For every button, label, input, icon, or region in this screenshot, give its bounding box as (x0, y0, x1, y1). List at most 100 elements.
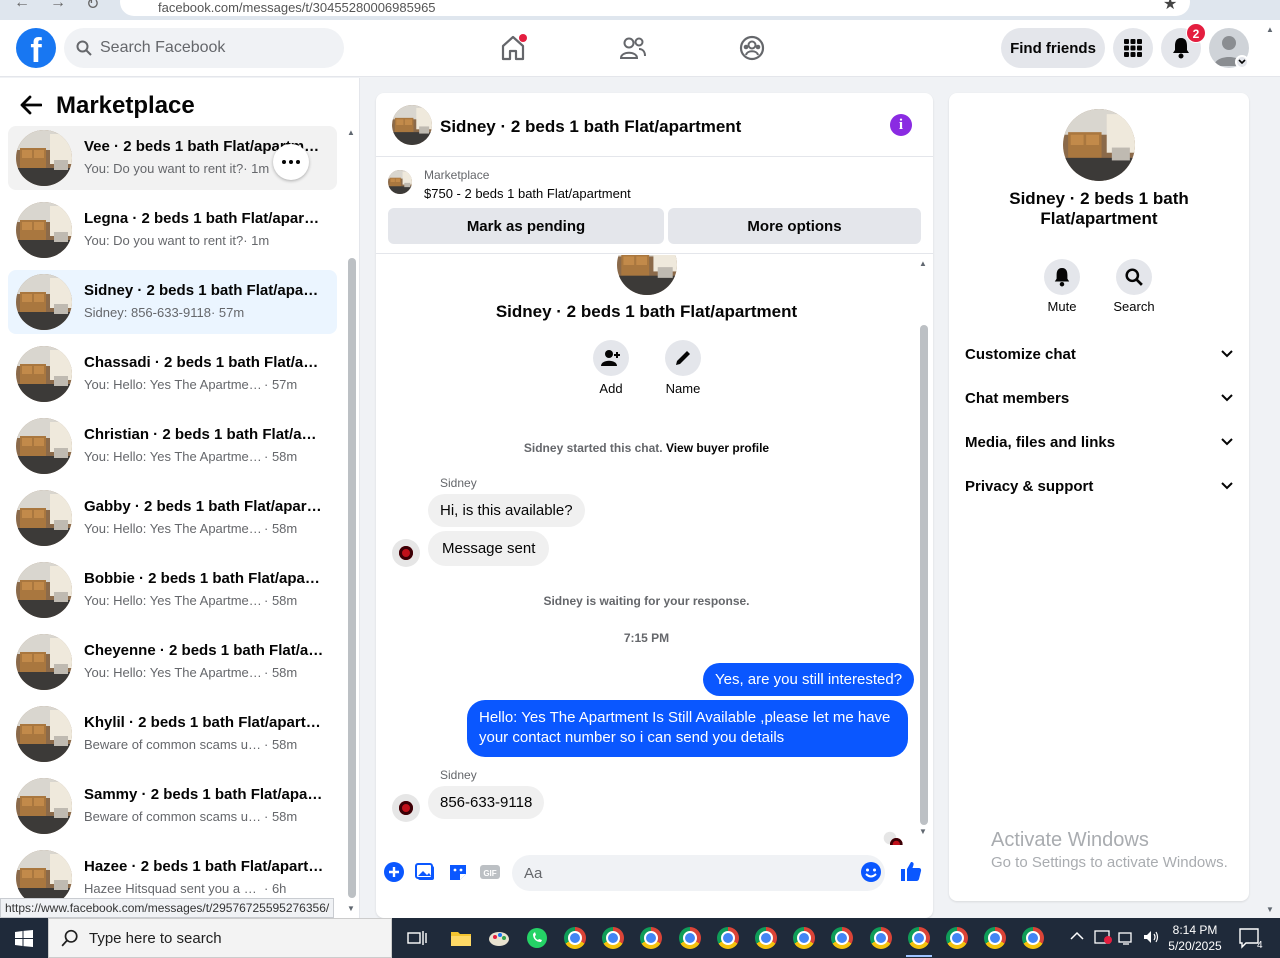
conversation-item[interactable]: Legna · 2 beds 1 bath Flat/apartment You:… (8, 198, 337, 262)
conversation-item[interactable]: Khylil · 2 beds 1 bath Flat/apartment Bew… (8, 702, 337, 766)
conversation-item[interactable]: Sidney · 2 beds 1 bath Flat/apartment Sid… (8, 270, 337, 334)
seen-indicator-avatar (883, 831, 903, 845)
chrome-app-icon[interactable] (823, 922, 861, 954)
photo-icon[interactable] (415, 861, 437, 883)
chrome-app-icon[interactable] (671, 922, 709, 954)
conversation-more-button[interactable] (273, 144, 309, 180)
scroll-up-arrow-icon[interactable]: ▲ (347, 128, 355, 137)
sender-avatar[interactable] (392, 794, 420, 822)
chrome-app-icon[interactable] (747, 922, 785, 954)
back-arrow-icon[interactable]: ← (14, 0, 30, 12)
chrome-app-icon[interactable] (1014, 922, 1052, 954)
chrome-app-icon[interactable] (785, 922, 823, 954)
conversation-thumbnail (16, 274, 72, 330)
menu-button[interactable] (1113, 28, 1153, 68)
sender-avatar[interactable] (392, 539, 420, 567)
task-view-icon[interactable] (398, 922, 436, 954)
whatsapp-icon[interactable] (518, 922, 556, 954)
mark-as-pending-button[interactable]: Mark as pending (388, 208, 664, 244)
mute-button[interactable] (1044, 259, 1080, 295)
reload-icon[interactable]: ↻ (86, 0, 99, 14)
taskbar-search-box[interactable]: Type here to search (48, 918, 392, 958)
mute-label: Mute (1047, 299, 1077, 314)
message-input[interactable] (512, 855, 885, 891)
volume-icon[interactable] (1142, 929, 1160, 948)
search-input[interactable] (100, 28, 330, 68)
edit-name-button[interactable] (665, 340, 701, 376)
chrome-app-icon[interactable] (938, 922, 976, 954)
sticker-icon[interactable] (447, 861, 469, 883)
scroll-down-arrow-icon[interactable]: ▼ (919, 827, 927, 836)
chrome-app-icon[interactable] (976, 922, 1014, 954)
scroll-up-arrow-icon[interactable]: ▲ (919, 259, 927, 268)
address-bar[interactable]: facebook.com/messages/t/3045528000698596… (120, 0, 1190, 16)
back-arrow-icon[interactable] (20, 95, 42, 115)
add-people-button[interactable] (593, 340, 629, 376)
action-center-button[interactable]: 4 (1238, 927, 1264, 952)
gif-icon[interactable]: GIF (479, 861, 501, 883)
conversation-item[interactable]: Sammy · 2 beds 1 bath Flat/apartment Bewa… (8, 774, 337, 838)
conversation-preview: You: Do you want to rent it?· 1m (84, 233, 270, 248)
privacy-support-section[interactable]: Privacy & support (965, 478, 1233, 506)
chevron-down-icon[interactable] (1235, 55, 1249, 69)
sidebar-scrollbar[interactable] (348, 258, 356, 898)
home-icon[interactable] (497, 32, 529, 64)
conversation-item[interactable]: Christian · 2 beds 1 bath Flat/apartment… (8, 414, 337, 478)
chat-title[interactable]: Sidney · 2 beds 1 bath Flat/apartment (440, 117, 741, 137)
show-hidden-icons-chevron-icon[interactable] (1070, 930, 1084, 944)
chat-members-section[interactable]: Chat members (965, 390, 1233, 418)
star-icon[interactable]: ★ (1163, 0, 1177, 14)
windows-start-button[interactable] (0, 918, 48, 958)
page-scroll-up-arrow-icon[interactable]: ▲ (1266, 25, 1274, 34)
thumbs-up-icon[interactable] (899, 859, 923, 883)
file-explorer-icon[interactable] (442, 922, 480, 954)
incoming-message[interactable]: Hi, is this available? (428, 494, 585, 527)
paint-app-icon[interactable] (480, 922, 518, 954)
more-options-button[interactable]: More options (668, 208, 921, 244)
chat-scrollbar[interactable] (920, 325, 928, 825)
message-thread[interactable]: Sidney · 2 beds 1 bath Flat/apartment Ad… (376, 255, 933, 845)
scroll-down-arrow-icon[interactable]: ▼ (347, 904, 355, 913)
listing-price[interactable]: $750 - 2 beds 1 bath Flat/apartment (424, 186, 631, 201)
customize-chat-section[interactable]: Customize chat (965, 346, 1233, 374)
listing-profile-thumbnail[interactable] (1063, 109, 1135, 181)
outgoing-message[interactable]: Yes, are you still interested? (703, 663, 915, 696)
conversation-item[interactable]: Gabby · 2 beds 1 bath Flat/apartment You:… (8, 486, 337, 550)
conversation-time: · 58m (264, 809, 298, 824)
chrome-app-icon[interactable] (900, 922, 938, 957)
conversation-item[interactable]: Vee · 2 beds 1 bath Flat/apartment You: D… (8, 126, 337, 190)
network-icon[interactable] (1118, 930, 1136, 949)
chrome-app-icon[interactable] (556, 922, 594, 954)
listing-thumbnail[interactable] (392, 105, 432, 145)
chrome-icon (946, 927, 968, 949)
incoming-message[interactable]: Message sent (428, 531, 550, 566)
find-friends-button[interactable]: Find friends (1001, 28, 1105, 68)
emoji-icon[interactable] (860, 861, 882, 883)
search-box[interactable] (64, 28, 344, 68)
info-icon[interactable]: i (890, 114, 912, 136)
chrome-app-icon[interactable] (632, 922, 670, 954)
media-files-links-section[interactable]: Media, files and links (965, 434, 1233, 462)
chrome-app-icon[interactable] (709, 922, 747, 954)
outgoing-message[interactable]: Hello: Yes The Apartment Is Still Availa… (467, 700, 908, 757)
friends-icon[interactable] (617, 32, 649, 64)
page-scroll-down-arrow-icon[interactable]: ▼ (1266, 905, 1274, 914)
conversation-item[interactable]: Bobbie · 2 beds 1 bath Flat/apartment You… (8, 558, 337, 622)
listing-small-thumbnail[interactable] (388, 170, 412, 194)
facebook-logo-icon[interactable]: f (16, 28, 56, 68)
forward-arrow-icon[interactable]: → (50, 0, 66, 12)
conversation-time: · 58m (264, 665, 298, 680)
conversation-item[interactable]: Chassadi · 2 beds 1 bath Flat/apartment Y… (8, 342, 337, 406)
plus-icon[interactable] (383, 861, 405, 883)
chrome-app-icon[interactable] (594, 922, 632, 954)
incoming-message[interactable]: 856-633-9118 (428, 786, 545, 819)
taskbar-clock[interactable]: 8:14 PM 5/20/2025 (1164, 922, 1226, 954)
conversation-item[interactable]: Cheyenne · 2 beds 1 bath Flat/apartment Y… (8, 630, 337, 694)
security-tray-icon[interactable] (1094, 929, 1112, 948)
view-buyer-profile-link[interactable]: View buyer profile (666, 441, 769, 455)
add-label: Add (599, 381, 623, 396)
conversation-preview: Beware of common scams using payment app… (84, 737, 298, 752)
groups-icon[interactable] (736, 32, 768, 64)
chrome-app-icon[interactable] (862, 922, 900, 954)
search-in-chat-button[interactable] (1116, 259, 1152, 295)
